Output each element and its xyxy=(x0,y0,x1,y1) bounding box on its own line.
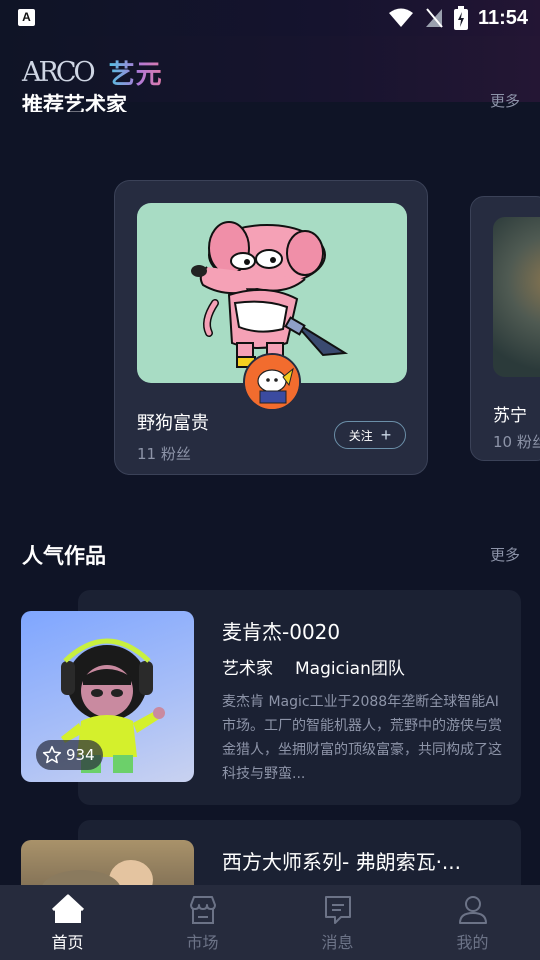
work-description: 麦杰肯 Magic工业于2088年垄断全球智能AI市场。工厂的智能机器人，荒野中… xyxy=(222,694,502,782)
artist-card[interactable]: 苏宁 10 粉丝 xyxy=(470,196,540,461)
artist-fans-count: 11 粉丝 xyxy=(137,445,191,463)
follow-button[interactable]: 关注 + xyxy=(334,421,406,449)
popular-works-title: 人气作品 xyxy=(22,544,106,568)
logo-text-cn: 艺元 xyxy=(109,54,163,91)
artist-card[interactable]: 野狗富贵 11 粉丝 关注 + xyxy=(114,180,428,475)
recommended-artists-more[interactable]: 更多 xyxy=(490,94,520,108)
wifi-icon xyxy=(388,8,413,27)
like-badge[interactable]: 934 xyxy=(36,740,103,770)
work-title: 麦肯杰-0020 xyxy=(222,620,341,644)
logo-text-en: ARCO xyxy=(22,57,96,88)
tab-profile[interactable]: 我的 xyxy=(405,885,540,960)
profile-icon xyxy=(458,896,487,924)
home-icon xyxy=(51,894,84,923)
star-icon xyxy=(42,745,62,764)
work-title: 西方大师系列- 弗朗索瓦·... xyxy=(222,850,462,874)
recommended-artists-title: 推荐艺术家 xyxy=(22,93,127,112)
tab-label: 首页 xyxy=(51,933,84,952)
tab-label: 我的 xyxy=(456,933,489,952)
battery-icon xyxy=(453,6,468,30)
status-icons: 11:54 xyxy=(388,4,528,32)
follow-label: 关注 xyxy=(348,428,373,443)
tab-messages[interactable]: 消息 xyxy=(270,885,405,960)
status-bar: A 11:54 xyxy=(0,0,540,36)
artist-avatar[interactable] xyxy=(243,353,301,411)
message-icon xyxy=(324,896,351,924)
popular-works-more[interactable]: 更多 xyxy=(490,544,520,565)
tab-market[interactable]: 市场 xyxy=(135,885,270,960)
brand-logo: ARCO 艺元 xyxy=(22,54,163,91)
status-time: 11:54 xyxy=(477,6,528,29)
tab-home[interactable]: 首页 xyxy=(0,885,135,960)
tab-label: 消息 xyxy=(321,933,354,952)
bottom-tab-bar: 首页 市场 消息 我的 xyxy=(0,885,540,960)
tab-label: 市场 xyxy=(186,933,219,952)
artist-cover-image xyxy=(493,217,540,377)
artist-name: Magician团队 xyxy=(295,659,405,679)
plus-icon: + xyxy=(380,425,392,445)
signal-icon xyxy=(425,8,443,28)
market-icon xyxy=(189,896,216,924)
app-notification-icon: A xyxy=(18,9,35,26)
work-artist-row: 艺术家 Magician团队 xyxy=(222,654,405,679)
artist-name: 野狗富贵 xyxy=(137,413,209,434)
artist-name: 苏宁 xyxy=(493,406,527,426)
artist-label: 艺术家 xyxy=(222,659,273,679)
like-count: 934 xyxy=(66,746,95,764)
artist-fans-count: 10 粉丝 xyxy=(493,433,540,451)
